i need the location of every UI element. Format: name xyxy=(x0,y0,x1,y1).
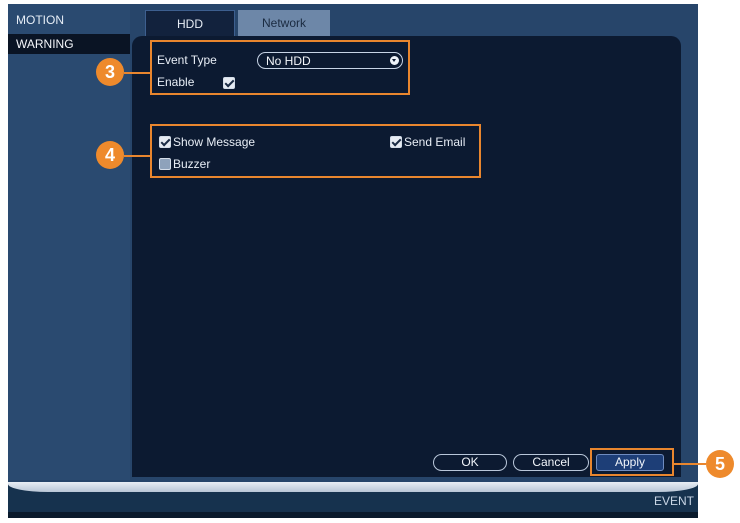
event-type-select[interactable]: No HDD xyxy=(257,52,403,69)
callout-badge-5: 5 xyxy=(706,450,734,478)
sidebar-item-warning[interactable]: WARNING xyxy=(8,34,130,54)
tab-hdd[interactable]: HDD xyxy=(145,10,235,36)
callout-badge-4: 4 xyxy=(96,141,124,169)
enable-label: Enable xyxy=(157,75,195,89)
send-email-label: Send Email xyxy=(404,135,466,149)
settings-panel xyxy=(132,36,681,477)
status-bar-base xyxy=(8,512,698,518)
cancel-button[interactable]: Cancel xyxy=(513,454,589,471)
status-bar-label: EVENT xyxy=(653,494,694,508)
tab-network[interactable]: Network xyxy=(238,10,330,36)
event-type-label: Event Type xyxy=(157,53,217,67)
enable-checkbox-icon[interactable] xyxy=(223,77,235,89)
sidebar-item-motion[interactable]: MOTION xyxy=(8,10,130,30)
callout-5-connector xyxy=(674,463,706,465)
status-bar: EVENT xyxy=(8,482,698,518)
callout-3-connector xyxy=(124,72,150,74)
event-type-value: No HDD xyxy=(266,54,311,68)
ok-button[interactable]: OK xyxy=(433,454,507,471)
status-bar-sheen xyxy=(8,482,698,492)
buzzer-checkbox-icon[interactable] xyxy=(159,158,171,170)
apply-button[interactable]: Apply xyxy=(596,454,664,471)
show-message-label: Show Message xyxy=(173,135,256,149)
callout-4-connector xyxy=(124,155,150,157)
callout-badge-3: 3 xyxy=(96,58,124,86)
buzzer-label: Buzzer xyxy=(173,157,211,171)
show-message-checkbox-icon[interactable] xyxy=(159,136,171,148)
dropdown-arrow-icon[interactable] xyxy=(390,56,399,65)
send-email-checkbox-icon[interactable] xyxy=(390,136,402,148)
